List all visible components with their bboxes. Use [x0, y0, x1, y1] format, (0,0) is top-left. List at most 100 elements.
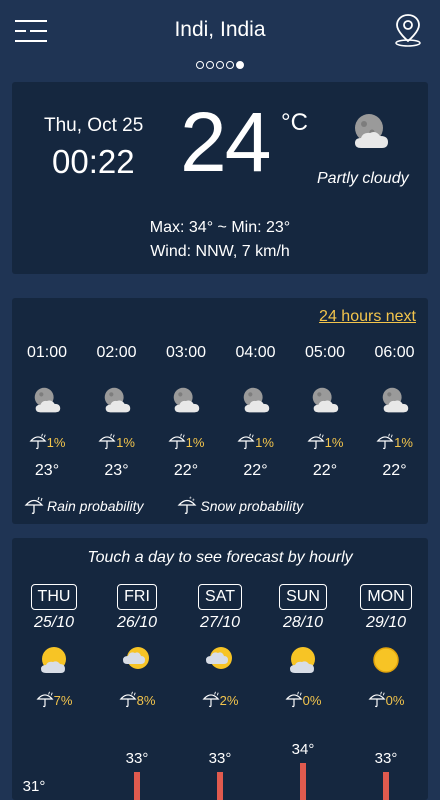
page-dot — [236, 61, 244, 69]
umbrella-rain-icon — [29, 433, 47, 450]
hour-temperature: 22° — [382, 462, 407, 479]
wind-info: Wind: NNW, 7 km/h — [150, 243, 290, 260]
night-partly-cloudy-icon — [34, 387, 61, 413]
hour-rain-probability: 1% — [151, 432, 221, 450]
day-item[interactable]: SAT 27/10 2% — [185, 584, 255, 708]
hour-temperature: 22° — [173, 462, 199, 479]
night-partly-cloudy-icon — [312, 387, 339, 413]
current-date: Thu, Oct 25 — [44, 115, 144, 136]
day-date: 25/10 — [33, 614, 75, 631]
day-prob-value: 2% — [219, 693, 239, 708]
sun-cloud-icon — [41, 647, 66, 673]
max-min-temperature: Max: 34° ~ Min: 23° — [149, 219, 291, 236]
day-date: 28/10 — [282, 614, 324, 631]
map-pin-icon[interactable] — [390, 12, 426, 48]
hourly-forecast-card: 24 hours next 01:00 1% 23° 02:00 1% 23° 03:00 1… — [12, 298, 428, 524]
umbrella-rain-icon — [237, 433, 255, 450]
umbrella-rain-icon — [285, 691, 303, 708]
hour-prob-value: 1% — [116, 435, 135, 450]
umbrella-rain-icon — [376, 433, 394, 450]
day-high-temperature: 34° — [291, 741, 315, 758]
day-rain-probability: 7% — [19, 690, 89, 708]
day-high-temperature: 31° — [22, 778, 46, 795]
day-rain-probability: 8% — [102, 690, 172, 708]
day-item[interactable]: SUN 28/10 0% — [268, 584, 338, 708]
umbrella-rain-icon — [119, 691, 137, 708]
umbrella-rain-icon — [24, 496, 44, 514]
hour-prob-value: 1% — [46, 435, 66, 450]
page-dot — [206, 61, 214, 69]
umbrella-rain-icon — [36, 691, 54, 708]
location-title: Indi, India — [174, 18, 266, 41]
umbrella-rain-icon — [307, 433, 325, 450]
hour-rain-probability: 1% — [360, 432, 430, 450]
umbrella-rain-icon — [202, 691, 220, 708]
hour-rain-probability: 1% — [221, 432, 291, 450]
hour-rain-probability: 1% — [12, 432, 82, 450]
day-high-temperature: 33° — [208, 750, 232, 767]
temperature-unit: °C — [281, 109, 308, 136]
24-hours-next-link[interactable]: 24 hours next — [319, 308, 416, 326]
day-rain-probability: 0% — [268, 690, 338, 708]
rain-legend-label: Rain probability — [47, 498, 144, 514]
day-item[interactable]: FRI 26/10 8% — [102, 584, 172, 708]
day-date: 27/10 — [199, 614, 241, 631]
day-name-button[interactable]: SAT — [198, 584, 242, 610]
night-partly-cloudy-icon — [173, 387, 200, 413]
hour-temperature: 23° — [34, 462, 60, 479]
sun-icon — [373, 647, 399, 673]
current-temperature: 24 — [180, 95, 271, 189]
umbrella-rain-icon — [368, 691, 386, 708]
day-high-temperature: 33° — [374, 750, 398, 767]
day-name-button[interactable]: FRI — [117, 584, 157, 610]
umbrella-rain-icon — [168, 433, 186, 450]
page-indicator — [0, 61, 440, 73]
page-dot — [196, 61, 204, 69]
hour-prob-value: 1% — [255, 435, 274, 450]
hourly-item: 02:00 1% 23° — [82, 344, 152, 480]
night-partly-cloudy-icon — [104, 387, 130, 413]
rain-legend: Rain probability — [24, 495, 144, 515]
hour-time: 03:00 — [165, 344, 207, 361]
top-bar: Indi, India — [0, 0, 440, 62]
hour-prob-value: 1% — [394, 435, 413, 450]
day-high-temperature: 33° — [125, 750, 149, 767]
day-prob-value: 8% — [136, 693, 156, 708]
umbrella-snow-icon: * * — [177, 497, 197, 514]
day-item[interactable]: MON 29/10 0% — [351, 584, 421, 708]
hour-temperature: 23° — [104, 462, 129, 479]
hour-time: 04:00 — [235, 344, 276, 361]
hourly-item: 06:00 1% 22° — [360, 344, 430, 480]
hour-time: 06:00 — [374, 344, 415, 361]
hourly-item: 01:00 1% 23° — [12, 344, 82, 480]
current-weather-card: Thu, Oct 25 00:22 24 °C Partly cloudy Ma… — [12, 82, 428, 274]
legend: Rain probability * * Snow probability — [24, 495, 333, 515]
hour-prob-value: 1% — [324, 435, 344, 450]
hourly-list: 01:00 1% 23° 02:00 1% 23° 03:00 1% 22° 04:00 1% 22°… — [12, 344, 428, 484]
day-prob-value: 7% — [53, 693, 73, 708]
hourly-item: 03:00 1% 22° — [151, 344, 221, 480]
cloud-sun-icon — [123, 647, 149, 669]
current-condition: Partly cloudy — [317, 170, 409, 187]
day-item[interactable]: THU 25/10 7% — [19, 584, 89, 708]
night-partly-cloudy-icon — [382, 387, 408, 413]
current-time: 00:22 — [52, 143, 135, 180]
day-rain-probability: 2% — [185, 690, 255, 708]
daily-hint: Touch a day to see forecast by hourly — [87, 549, 353, 566]
hour-temperature: 22° — [312, 462, 338, 479]
night-partly-cloudy-icon — [355, 114, 388, 148]
hour-rain-probability: 1% — [290, 432, 360, 450]
day-date: 29/10 — [365, 614, 407, 631]
hour-time: 05:00 — [304, 344, 346, 361]
temperature-bar — [383, 772, 389, 800]
hour-time: 02:00 — [96, 344, 137, 361]
daily-forecast-card: Touch a day to see forecast by hourly TH… — [12, 538, 428, 800]
hourly-item: 05:00 1% 22° — [290, 344, 360, 480]
day-rain-probability: 0% — [351, 690, 421, 708]
day-name-button[interactable]: SUN — [279, 584, 327, 610]
hour-rain-probability: 1% — [82, 432, 152, 450]
day-name-button[interactable]: THU — [30, 584, 78, 610]
day-name-button[interactable]: MON — [360, 584, 412, 610]
page-dot — [216, 61, 224, 69]
sun-cloud-icon — [290, 647, 315, 673]
